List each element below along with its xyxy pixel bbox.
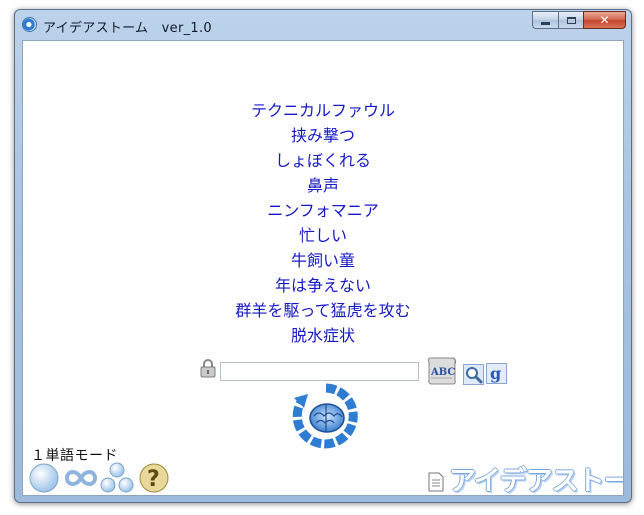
magnifier-icon[interactable]	[463, 364, 484, 385]
word-item[interactable]: 挟み撃つ	[23, 123, 623, 148]
word-item[interactable]: 年は争えない	[23, 273, 623, 298]
brand-logo: アイデアストーム	[449, 466, 623, 496]
word-item[interactable]: 鼻声	[23, 173, 623, 198]
app-storm-icon	[22, 17, 37, 32]
search-input[interactable]	[220, 362, 419, 381]
word-item[interactable]: テクニカルファウル	[23, 98, 623, 123]
word-item[interactable]: ニンフォマニア	[23, 198, 623, 223]
word-list: テクニカルファウル 挟み撃つ しょぼくれる 鼻声 ニンフォマニア 忙しい 牛飼い…	[23, 98, 623, 348]
google-g-icon[interactable]: g	[486, 363, 507, 384]
three-bubbles-icon[interactable]	[100, 461, 134, 495]
maximize-button[interactable]	[558, 11, 583, 29]
lock-icon[interactable]	[199, 358, 217, 378]
word-item[interactable]: 牛飼い童	[23, 248, 623, 273]
main-panel: テクニカルファウル 挟み撃つ しょぼくれる 鼻声 ニンフォマニア 忙しい 牛飼い…	[22, 40, 624, 496]
minimize-icon	[541, 21, 550, 25]
close-icon: ✕	[599, 13, 610, 27]
minimize-button[interactable]	[532, 11, 558, 29]
svg-text:?: ?	[147, 467, 160, 492]
title-bar[interactable]: アイデアストーム ver_1.0 ✕	[15, 10, 631, 40]
single-sphere-icon[interactable]	[27, 461, 61, 495]
word-item[interactable]: しょぼくれる	[23, 148, 623, 173]
document-icon[interactable]	[428, 472, 444, 492]
word-item[interactable]: 群羊を駆って猛虎を攻む	[23, 298, 623, 323]
mode-toolbar: ?	[27, 461, 187, 495]
search-bar: ABC g	[199, 353, 519, 385]
svg-text:ABC: ABC	[430, 367, 455, 378]
svg-text:g: g	[490, 364, 501, 383]
help-question-icon[interactable]: ?	[137, 461, 171, 495]
infinity-loop-icon[interactable]	[64, 461, 98, 495]
close-button[interactable]: ✕	[583, 11, 626, 29]
word-item[interactable]: 忙しい	[23, 223, 623, 248]
maximize-icon	[566, 16, 576, 24]
brain-refresh-icon[interactable]	[292, 382, 360, 450]
window-controls: ✕	[532, 11, 626, 30]
abc-scroll-icon[interactable]: ABC	[425, 356, 459, 386]
word-item[interactable]: 脱水症状	[23, 323, 623, 348]
window-title: アイデアストーム ver_1.0	[43, 21, 212, 36]
app-window: アイデアストーム ver_1.0 ✕ テクニカルファウル 挟み撃つ しょぼくれる…	[14, 9, 632, 503]
